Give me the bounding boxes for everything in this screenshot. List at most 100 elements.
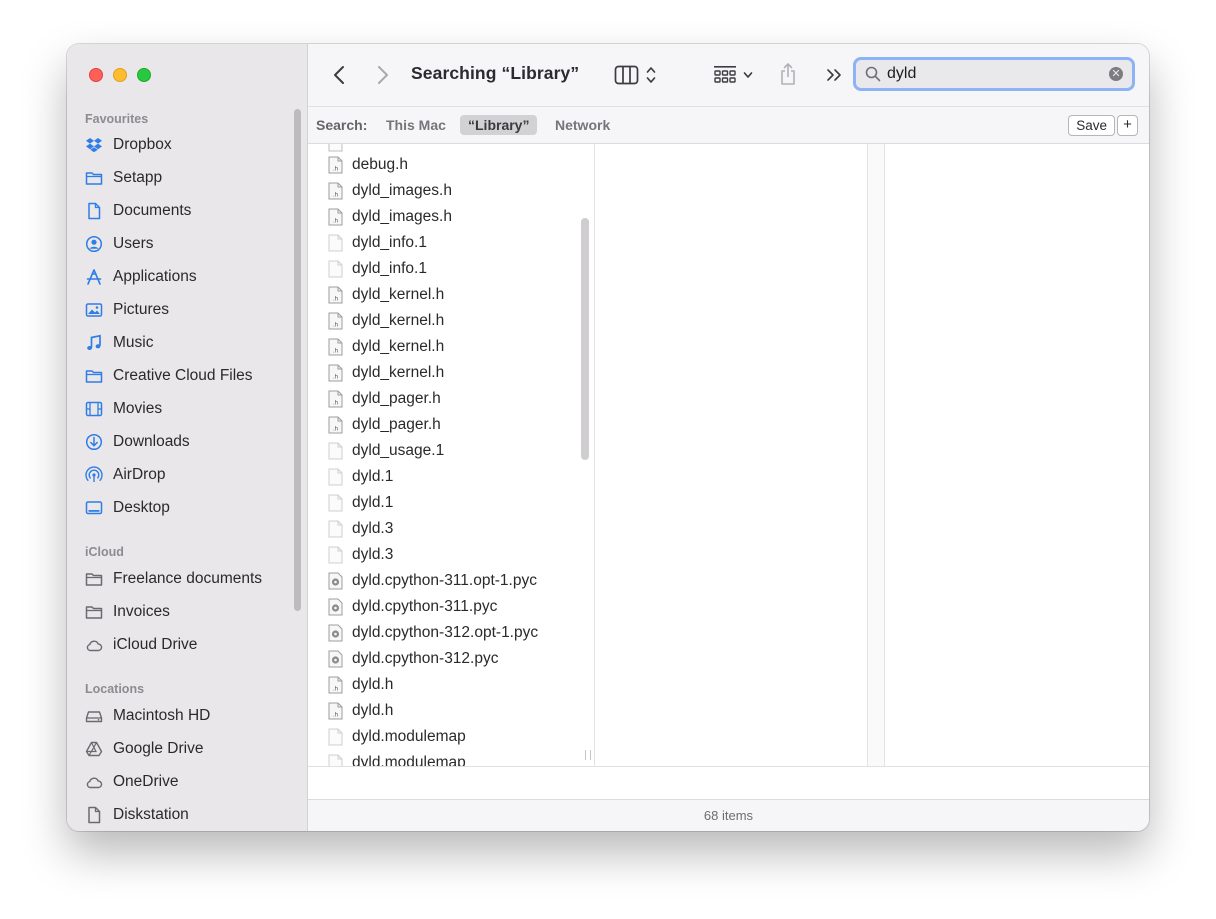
sidebar-item-airdrop[interactable]: AirDrop <box>85 462 285 488</box>
file-row[interactable]: .h dyld_kernel.h <box>328 334 444 360</box>
sidebar-item-icloud-drive[interactable]: iCloud Drive <box>85 632 285 658</box>
sidebar-item-freelance-documents[interactable]: Freelance documents <box>85 566 285 592</box>
file-row[interactable]: dyld.3 <box>328 542 393 568</box>
view-mode-button[interactable] <box>610 62 660 88</box>
section-heading-favourites: Favourites <box>85 112 149 126</box>
column-divider <box>868 144 885 766</box>
file-row[interactable]: dyld.1 <box>328 490 393 516</box>
results-scrollbar[interactable] <box>581 218 589 460</box>
search-icon <box>865 66 881 82</box>
scope-option-library[interactable]: “Library” <box>460 115 538 135</box>
sidebar-item-downloads[interactable]: Downloads <box>85 429 285 455</box>
group-by-button[interactable] <box>711 62 755 88</box>
file-row[interactable]: .h dyld.h <box>328 672 393 698</box>
sidebar-item-label: Setapp <box>113 169 163 186</box>
file-row[interactable]: dyld.cpython-312.pyc <box>328 646 498 672</box>
file-name: dyld_info.1 <box>352 234 427 251</box>
document-file-icon <box>328 494 343 512</box>
sidebar-item-music[interactable]: Music <box>85 330 285 356</box>
file-row[interactable]: dyld_info.1 <box>328 256 427 282</box>
share-icon <box>779 62 797 86</box>
document-icon <box>85 806 103 824</box>
search-input[interactable] <box>887 65 1107 83</box>
sidebar-item-setapp[interactable]: Setapp <box>85 165 285 191</box>
file-row[interactable]: .h dyld_pager.h <box>328 412 441 438</box>
header-file-icon <box>328 144 343 152</box>
dropbox-icon <box>85 136 103 154</box>
search-field[interactable]: ✕ <box>853 57 1135 91</box>
svg-text:.h: .h <box>333 219 338 225</box>
minimize-window-button[interactable] <box>113 68 127 82</box>
sidebar-item-macintosh-hd[interactable]: Macintosh HD <box>85 703 285 729</box>
document-file-icon <box>328 546 343 564</box>
document-file-icon <box>328 754 343 766</box>
sidebar-item-label: AirDrop <box>113 466 166 483</box>
sidebar-item-creative-cloud-files[interactable]: Creative Cloud Files <box>85 363 285 389</box>
file-row[interactable]: .h dyld_kernel.h <box>328 308 444 334</box>
add-criteria-button[interactable]: + <box>1117 115 1138 136</box>
file-row[interactable]: .h dyld_images.h <box>328 204 452 230</box>
sidebar-item-users[interactable]: Users <box>85 231 285 257</box>
file-row[interactable]: .h dyld_images.h <box>328 178 452 204</box>
share-button[interactable] <box>777 60 799 88</box>
header-file-icon: .h <box>328 390 343 408</box>
file-row[interactable]: dyld_info.1 <box>328 230 427 256</box>
file-name: dyld.cpython-311.opt-1.pyc <box>352 572 537 589</box>
sidebar-item-dropbox[interactable]: Dropbox <box>85 132 285 158</box>
cloud-icon <box>85 773 103 791</box>
sidebar-item-pictures[interactable]: Pictures <box>85 297 285 323</box>
file-row[interactable]: dyld.modulemap <box>328 724 466 750</box>
file-row[interactable]: .h dyld.h <box>328 698 393 724</box>
file-row[interactable]: dyld.modulemap <box>328 750 466 766</box>
header-file-icon: .h <box>328 208 343 226</box>
file-row[interactable]: .h dyld_kernel.h <box>328 282 444 308</box>
header-file-icon: .h <box>328 286 343 304</box>
header-file-icon: .h <box>328 338 343 356</box>
save-search-button[interactable]: Save <box>1068 115 1115 136</box>
file-row[interactable]: dyld.cpython-311.opt-1.pyc <box>328 568 537 594</box>
item-count: 68 items <box>703 808 754 823</box>
document-file-icon <box>328 520 343 538</box>
header-file-icon: .h <box>328 156 343 174</box>
file-name: dyld.h <box>352 702 394 719</box>
sidebar-item-google-drive[interactable]: Google Drive <box>85 736 285 762</box>
sidebar-item-desktop[interactable]: Desktop <box>85 495 285 521</box>
scope-option-network[interactable]: Network <box>555 117 610 133</box>
column-resize-handle[interactable] <box>585 750 591 760</box>
file-row[interactable]: dyld.cpython-311.pyc <box>328 594 497 620</box>
clear-search-icon[interactable]: ✕ <box>1109 67 1123 81</box>
sidebar-item-applications[interactable]: Applications <box>85 264 285 290</box>
sidebar-item-onedrive[interactable]: OneDrive <box>85 769 285 795</box>
file-name: dyld.1 <box>352 494 394 511</box>
sidebar-item-invoices[interactable]: Invoices <box>85 599 285 625</box>
chevron-updown-icon <box>646 66 656 84</box>
header-file-icon: .h <box>328 702 343 720</box>
sidebar-scrollbar[interactable] <box>294 109 301 611</box>
sidebar-item-documents[interactable]: Documents <box>85 198 285 224</box>
scope-option-this-mac[interactable]: This Mac <box>386 117 446 133</box>
header-file-icon: .h <box>328 312 343 330</box>
file-row[interactable]: dyld_usage.1 <box>328 438 444 464</box>
sidebar-item-label: Creative Cloud Files <box>113 367 253 384</box>
more-toolbar-items-button[interactable] <box>823 64 845 86</box>
zoom-window-button[interactable] <box>137 68 151 82</box>
sidebar-item-label: Documents <box>113 202 192 219</box>
toolbar: Searching “Library” dyld ✕ <box>308 44 1149 107</box>
forward-button[interactable] <box>372 63 394 87</box>
google-drive-icon <box>85 740 103 758</box>
sidebar-item-label: Users <box>113 235 154 252</box>
sidebar-item-diskstation[interactable]: Diskstation <box>85 802 285 828</box>
file-row[interactable]: dyld.1 <box>328 464 393 490</box>
file-row[interactable]: .h dyld_pager.h <box>328 386 441 412</box>
file-row[interactable]: dyld.cpython-312.opt-1.pyc <box>328 620 538 646</box>
file-row[interactable]: .h debug.h <box>328 152 408 178</box>
sidebar-item-label: Google Drive <box>113 740 204 757</box>
folder-icon <box>85 169 103 187</box>
file-name: dyld_images.h <box>352 182 452 199</box>
file-row[interactable]: dyld.3 <box>328 516 393 542</box>
back-button[interactable] <box>328 63 350 87</box>
pictures-icon <box>85 301 103 319</box>
file-row[interactable]: .h dyld_kernel.h <box>328 360 444 386</box>
close-window-button[interactable] <box>89 68 103 82</box>
sidebar-item-movies[interactable]: Movies <box>85 396 285 422</box>
